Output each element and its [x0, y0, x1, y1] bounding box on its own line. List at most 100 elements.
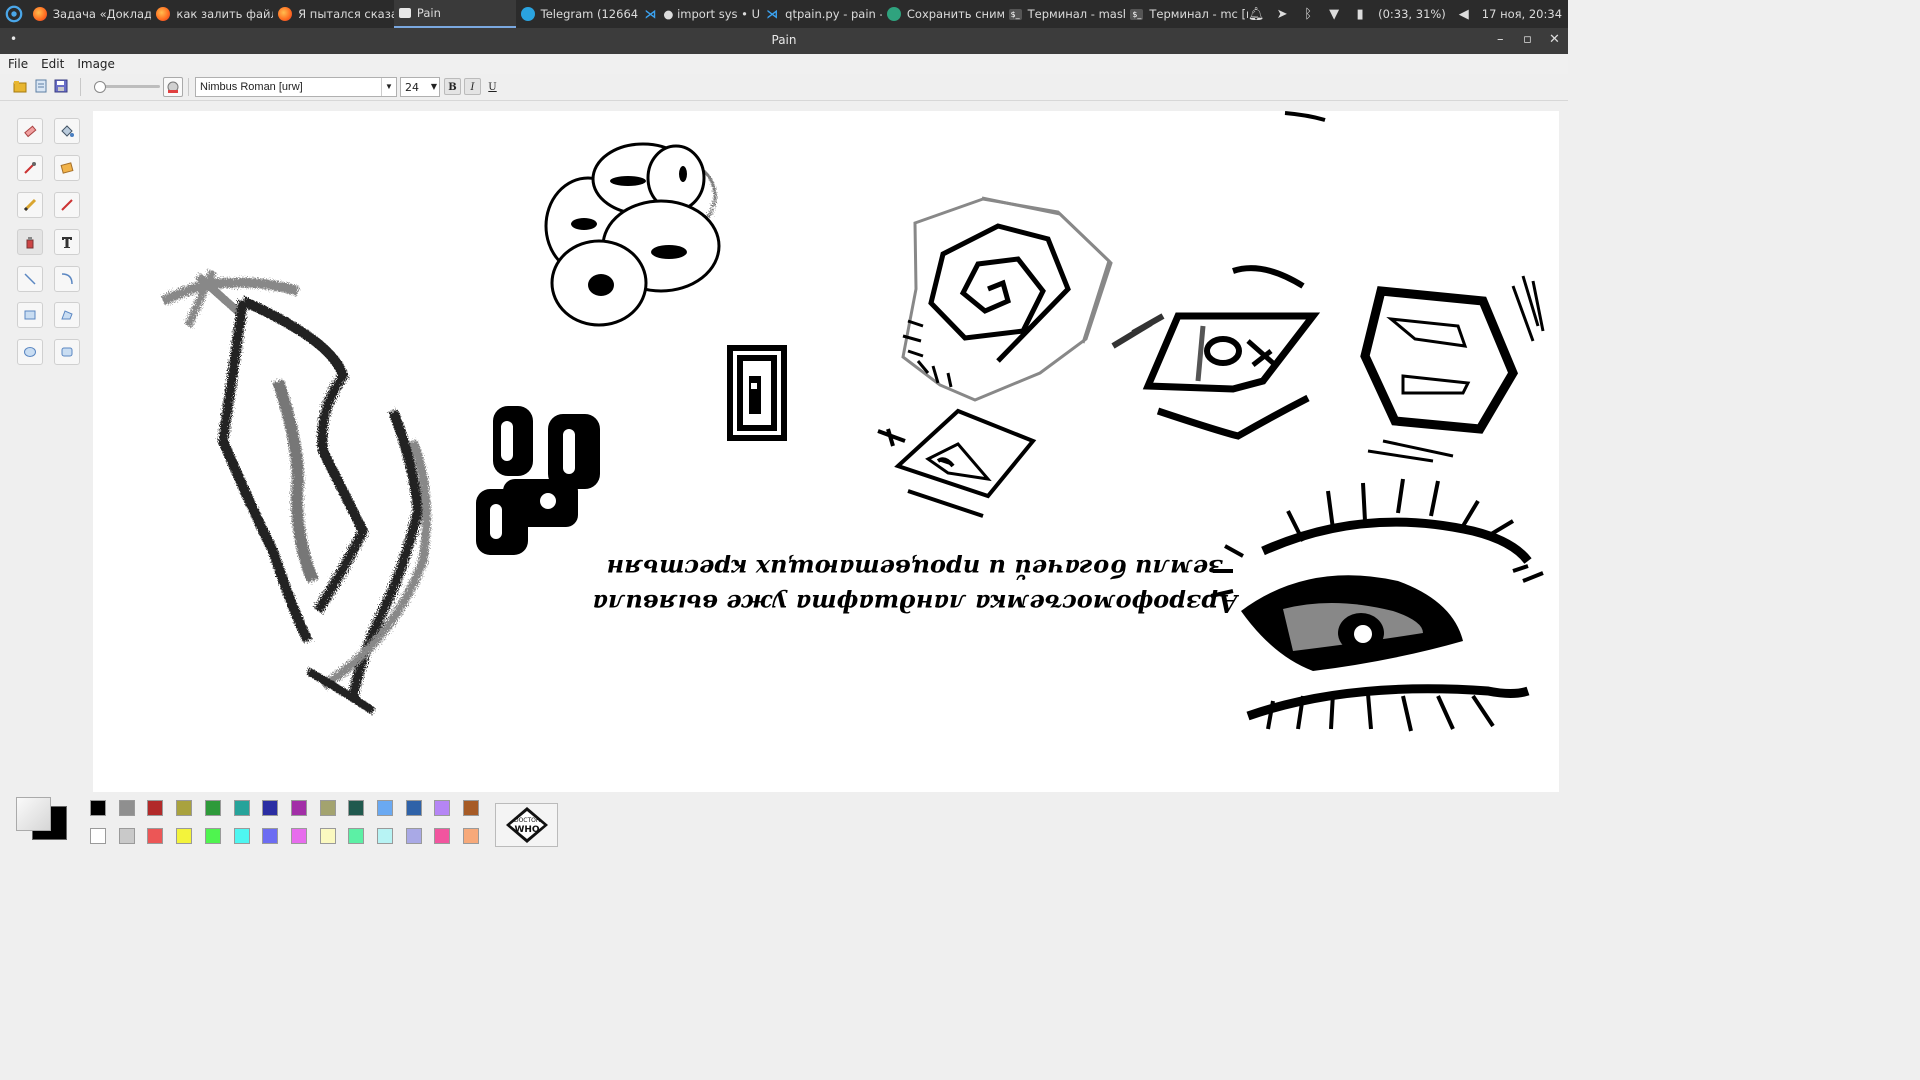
rectangle-tool[interactable]: [17, 302, 43, 328]
spray-tool[interactable]: [17, 229, 43, 255]
task-item[interactable]: Задача «Доклад»...: [28, 0, 151, 28]
bluetooth-icon[interactable]: ᛒ: [1300, 6, 1316, 22]
palette-swatch[interactable]: [463, 828, 480, 844]
battery-icon[interactable]: ▮: [1352, 6, 1368, 22]
color-picker-button[interactable]: [163, 77, 183, 97]
foreground-color-swatch[interactable]: [16, 797, 51, 831]
palette-swatch[interactable]: [405, 800, 422, 816]
task-item[interactable]: $_Терминал - mc [m...: [1125, 0, 1248, 28]
task-item[interactable]: ⋊qtpain.py - pain - V...: [760, 0, 882, 28]
palette-swatch[interactable]: [290, 828, 307, 844]
underline-button[interactable]: U: [484, 78, 501, 95]
maximize-button[interactable]: ▫: [1523, 32, 1532, 47]
bold-button[interactable]: B: [444, 78, 461, 95]
menu-file[interactable]: File: [3, 57, 33, 71]
task-item-active[interactable]: Pain: [393, 0, 516, 28]
start-menu-icon: [5, 5, 23, 23]
palette-swatch[interactable]: [118, 800, 135, 816]
open-button[interactable]: [12, 78, 28, 94]
palette-swatch[interactable]: [377, 800, 393, 816]
palette-swatch[interactable]: [262, 800, 279, 816]
volume-icon[interactable]: ◀: [1456, 6, 1472, 22]
task-item[interactable]: Telegram (126640): [516, 0, 638, 28]
wifi-icon[interactable]: ▼: [1326, 6, 1342, 22]
canvas-text-line-1: Арзрофомосъемка ландшафта уже выявила: [592, 589, 1239, 618]
palette-swatch[interactable]: [348, 828, 365, 844]
palette-swatch[interactable]: [90, 828, 106, 844]
text-tool[interactable]: [54, 229, 80, 255]
brush-size-slider-handle[interactable]: [94, 81, 106, 93]
task-item[interactable]: Сохранить сним...: [882, 0, 1004, 28]
rounded-rect-cluster: [476, 406, 600, 555]
save-button[interactable]: [53, 78, 69, 94]
task-item[interactable]: Я пытался сказат...: [273, 0, 394, 28]
eraser-tool[interactable]: [17, 118, 43, 144]
palette-swatch[interactable]: [434, 800, 451, 816]
stamp-tool[interactable]: [54, 155, 80, 181]
palette-swatch[interactable]: [147, 800, 164, 816]
pencil-tool[interactable]: [17, 192, 43, 218]
stamp-preview-button[interactable]: DOCTOR WHO: [495, 803, 558, 847]
palette-swatch[interactable]: [204, 800, 221, 816]
palette-swatch[interactable]: [377, 828, 393, 844]
palette-swatch[interactable]: [319, 800, 336, 816]
chevron-down-icon: ▼: [430, 82, 437, 91]
window-title: Pain: [771, 33, 797, 47]
brush-icon: [61, 199, 73, 211]
save-icon: [54, 79, 68, 93]
curve-tool[interactable]: [54, 266, 80, 292]
palette-swatch[interactable]: [348, 800, 365, 816]
palette-swatch[interactable]: [147, 828, 164, 844]
spray-can-icon: [26, 237, 34, 249]
palette-swatch[interactable]: [90, 800, 106, 816]
telegram-tray-icon[interactable]: ➤: [1274, 6, 1290, 22]
toolbar: Nimbus Roman [urw] ▼ 24 ▼ B I U: [0, 74, 1568, 101]
brush-tool[interactable]: [54, 192, 80, 218]
new-button[interactable]: [33, 78, 49, 94]
palette-swatch[interactable]: [262, 828, 279, 844]
hexagon-box-sketch: [1360, 275, 1545, 463]
palette-swatch[interactable]: [176, 800, 193, 816]
palette-swatch[interactable]: [405, 828, 422, 844]
foreground-background-colors[interactable]: [16, 797, 68, 840]
minimize-button[interactable]: –: [1497, 32, 1504, 47]
notification-bell-icon[interactable]: 🔔︎: [1248, 6, 1265, 22]
menu-image[interactable]: Image: [72, 57, 120, 71]
color-wheel-icon: [167, 81, 179, 93]
palette-swatch[interactable]: [233, 828, 250, 844]
rounded-rect-tool[interactable]: [54, 339, 80, 365]
rotated-canvas-text: Арзрофомосъемка ландшафта уже выявила зе…: [592, 554, 1239, 618]
eyedropper-tool[interactable]: [17, 155, 43, 181]
task-item[interactable]: $_Терминал - mash...: [1004, 0, 1125, 28]
close-button[interactable]: ✕: [1549, 32, 1560, 47]
fill-tool[interactable]: [54, 118, 80, 144]
palette-swatch[interactable]: [290, 800, 307, 816]
task-item[interactable]: ⋊● import sys • Un...: [638, 0, 760, 28]
start-menu-button[interactable]: [0, 0, 28, 28]
palette-swatch[interactable]: [233, 800, 250, 816]
palette-swatch[interactable]: [434, 828, 451, 844]
spiral-polygons: [901, 196, 1113, 402]
font-family-combo[interactable]: Nimbus Roman [urw] ▼: [195, 77, 397, 97]
eyedropper-icon: [24, 162, 36, 174]
font-size-combo[interactable]: 24 ▼: [400, 77, 440, 97]
italic-button[interactable]: I: [464, 78, 481, 95]
spray-scribble: [160, 269, 431, 715]
paint-window-icon: [398, 8, 411, 18]
ellipse-tool[interactable]: [17, 339, 43, 365]
menu-edit[interactable]: Edit: [36, 57, 69, 71]
palette-swatch[interactable]: [118, 828, 135, 844]
svg-text:WHO: WHO: [514, 825, 539, 835]
diamond-sketch: [877, 408, 1037, 518]
palette-swatch[interactable]: [176, 828, 193, 844]
palette-swatch[interactable]: [463, 800, 480, 816]
palette-swatch[interactable]: [204, 828, 221, 844]
new-file-icon: [35, 79, 47, 93]
drawing-canvas[interactable]: Арзрофомосъемка ландшафта уже выявила зе…: [93, 111, 1559, 792]
task-item[interactable]: как залить файл ...: [151, 0, 273, 28]
vscode-icon: ⋊: [644, 7, 657, 21]
palette-swatch[interactable]: [319, 828, 336, 844]
line-tool[interactable]: [17, 266, 43, 292]
clock[interactable]: 17 ноя, 20:34: [1482, 7, 1562, 21]
polygon-tool[interactable]: [54, 302, 80, 328]
